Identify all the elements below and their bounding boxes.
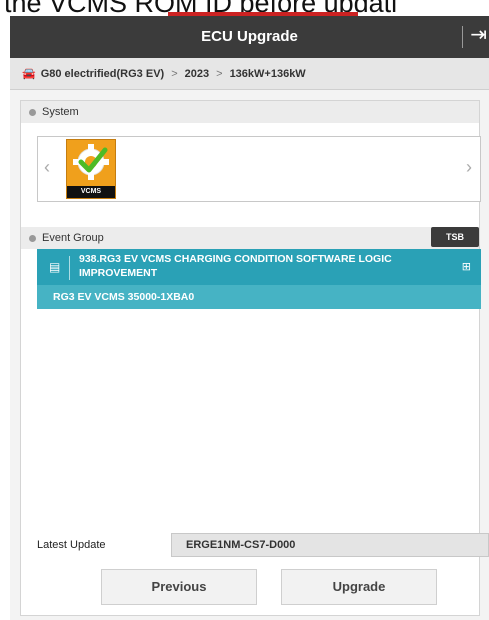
system-tile-label: VCMS (67, 186, 115, 198)
upgrade-button[interactable]: Upgrade (281, 569, 437, 605)
gear-check-icon (73, 144, 109, 180)
latest-update-row: Latest Update ERGE1NM-CS7-D000 (37, 533, 489, 559)
event-group-header-label: Event Group (42, 232, 104, 244)
ecu-upgrade-window: ECU Upgrade ⇥ 🚘 G80 electrified(RG3 EV) … (10, 16, 489, 620)
bullet-icon (29, 234, 36, 242)
tsb-button[interactable]: TSB (431, 227, 479, 247)
breadcrumb: 🚘 G80 electrified(RG3 EV) > 2023 > 136kW… (10, 58, 489, 90)
chevron-right-icon: > (216, 67, 223, 80)
title-divider (462, 26, 463, 48)
event-item-subtitle: RG3 EV VCMS 35000-1XBA0 (53, 291, 195, 303)
system-carousel: ‹ VCMS › (37, 136, 481, 202)
chevron-right-icon[interactable]: › (466, 157, 472, 178)
bullet-icon (29, 108, 36, 116)
event-item-title: 938.RG3 EV VCMS CHARGING CONDITION SOFTW… (79, 253, 392, 279)
system-tile-vcms[interactable]: VCMS (66, 139, 116, 199)
breadcrumb-motor: 136kW+136kW (229, 67, 306, 80)
document-icon: ▤ (49, 260, 61, 274)
chevron-right-icon: > (171, 67, 178, 80)
breadcrumb-year: 2023 (184, 67, 210, 80)
chevron-left-icon[interactable]: ‹ (44, 157, 50, 178)
latest-update-label: Latest Update (37, 539, 106, 551)
system-header: System (21, 101, 479, 123)
event-group-header: Event Group (21, 227, 479, 249)
car-icon: 🚘 (22, 68, 36, 80)
title-bar: ECU Upgrade ⇥ (10, 16, 489, 58)
previous-button[interactable]: Previous (101, 569, 257, 605)
event-item-header: ▤ 938.RG3 EV VCMS CHARGING CONDITION SOF… (37, 249, 481, 285)
window-title: ECU Upgrade (201, 28, 298, 45)
event-list-item[interactable]: ▤ 938.RG3 EV VCMS CHARGING CONDITION SOF… (37, 249, 481, 309)
expand-icon[interactable]: ⊞ (462, 260, 471, 273)
event-item-divider (69, 256, 70, 280)
main-panel: System ‹ VCMS › Event Group TSB ▤ 938.RG… (20, 100, 489, 616)
exit-icon[interactable]: ⇥ (470, 24, 487, 46)
latest-update-value: ERGE1NM-CS7-D000 (171, 533, 489, 557)
breadcrumb-model: G80 electrified(RG3 EV) (40, 67, 165, 80)
system-header-label: System (42, 106, 79, 118)
